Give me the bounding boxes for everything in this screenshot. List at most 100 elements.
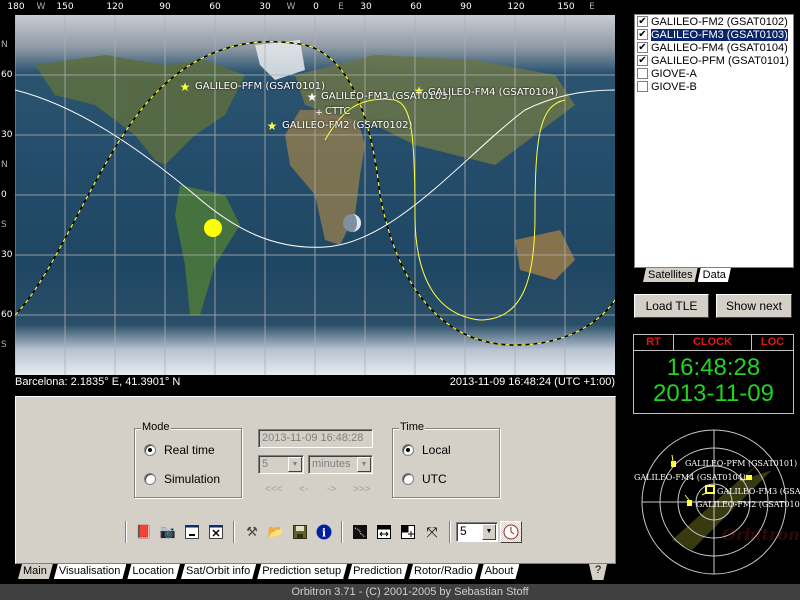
clock-icon[interactable]	[500, 521, 522, 543]
list-item[interactable]: ✔ GALILEO-FM4 (GSAT0104)	[635, 41, 793, 54]
tools-icon[interactable]: ⚒	[241, 521, 263, 543]
tab-visualisation[interactable]: Visualisation	[54, 564, 127, 579]
list-item[interactable]: ✔ GALILEO-PFM (GSAT0101)	[635, 54, 793, 67]
toolbar-separator	[449, 521, 451, 543]
load-tle-button[interactable]: Load TLE	[634, 294, 709, 318]
checkbox[interactable]: ✔	[637, 16, 648, 27]
ground-station-icon: +	[316, 107, 322, 119]
world-map[interactable]: ★ ★ ★ ★ + GALILEO-PFM (GSAT0101) GALILEO…	[15, 15, 615, 375]
lon-tick: 90	[159, 2, 171, 12]
minimize-icon[interactable]	[181, 521, 203, 543]
resize-icon[interactable]	[397, 521, 419, 543]
radar-satellite-label: GALILEO-FM2 (GSAT010	[696, 500, 800, 509]
toolbar-separator	[233, 521, 235, 543]
radio-indicator[interactable]	[402, 444, 414, 456]
rt-indicator[interactable]: RT	[634, 335, 674, 350]
fast-back-button[interactable]: <<<	[265, 484, 283, 495]
tab-main[interactable]: Main	[18, 564, 53, 579]
speed-select[interactable]: 5 ▼	[456, 522, 498, 542]
time-group: Time Local UTC	[392, 421, 500, 498]
close-window-icon[interactable]	[205, 521, 227, 543]
lat-tick: 60	[1, 310, 13, 320]
mode-group: Mode Real time Simulation	[134, 421, 242, 498]
list-item[interactable]: GIOVE-B	[635, 80, 793, 93]
fullscreen-icon[interactable]: ⤧	[421, 521, 443, 543]
tab-sat-orbit-info[interactable]: Sat/Orbit info	[181, 564, 256, 579]
checkbox[interactable]	[637, 81, 648, 92]
real-time-radio[interactable]: Real time	[144, 443, 215, 457]
satellite-label: GALILEO-FM4 (GSAT0104)	[428, 87, 559, 98]
simulation-radio[interactable]: Simulation	[144, 472, 220, 486]
satellite-marker-icon[interactable]: ★	[267, 119, 278, 133]
lon-tick: 150	[56, 2, 74, 12]
step-value-select[interactable]: 5 ▼	[258, 455, 304, 474]
satellite-label: GALILEO-FM2 (GSAT0102)	[282, 120, 413, 131]
checkbox[interactable]: ✔	[637, 29, 648, 40]
main-tabs: Main Visualisation Location Sat/Orbit in…	[18, 564, 520, 580]
radar-satellite-label: GALILEO-FM3 (GSA	[717, 487, 800, 496]
radio-indicator[interactable]	[402, 473, 414, 485]
tab-satellites[interactable]: Satellites	[643, 268, 698, 282]
sim-datetime-field[interactable]: 2013-11-09 16:48:28	[258, 429, 373, 448]
south-america	[175, 185, 240, 315]
open-folder-icon[interactable]: 📂	[265, 521, 287, 543]
orbitron-window: 180 W 150 120 90 60 30 W 0 E 30 60 90 12…	[0, 0, 800, 600]
longitude-axis: 180 W 150 120 90 60 30 W 0 E 30 60 90 12…	[0, 0, 630, 15]
clock-label[interactable]: CLOCK	[674, 335, 752, 350]
utc-radio[interactable]: UTC	[402, 472, 447, 486]
radar-satellite-label: GALILEO-PFM (GSAT0101)	[685, 459, 798, 468]
satellite-list[interactable]: ✔ GALILEO-FM2 (GSAT0102) ✔ GALILEO-FM3 (GS…	[634, 14, 794, 268]
satellite-label: GALILEO-PFM (GSAT0101)	[195, 81, 326, 92]
fast-forward-button[interactable]: >>>	[353, 484, 371, 495]
radio-indicator[interactable]	[144, 444, 156, 456]
tab-prediction[interactable]: Prediction	[348, 564, 408, 579]
book-icon[interactable]: 📕	[133, 521, 155, 543]
checkbox[interactable]	[637, 68, 648, 79]
datetime-readout: 2013-11-09 16:48:24 (UTC +1:00)	[449, 376, 615, 388]
tab-data[interactable]: Data	[698, 268, 731, 282]
fit-width-icon[interactable]	[373, 521, 395, 543]
satellite-marker-icon[interactable]: ★	[307, 90, 318, 104]
map-overlay: ★ ★ ★ ★ +	[15, 15, 615, 375]
satellite-marker-icon[interactable]: ★	[180, 80, 191, 94]
checkbox[interactable]: ✔	[637, 55, 648, 66]
list-item[interactable]: GIOVE-A	[635, 67, 793, 80]
show-next-button[interactable]: Show next	[716, 294, 792, 318]
chevron-down-icon[interactable]: ▼	[288, 457, 302, 472]
list-item[interactable]: ✔ GALILEO-FM2 (GSAT0102)	[635, 15, 793, 28]
toolbar-separator	[341, 521, 343, 543]
radio-label: Simulation	[164, 472, 221, 486]
loc-indicator[interactable]: LOC	[752, 335, 793, 350]
lon-tick: 60	[209, 2, 221, 12]
chevron-down-icon[interactable]: ▼	[357, 457, 371, 472]
local-radio[interactable]: Local	[402, 443, 451, 457]
camera-icon[interactable]: 📷	[157, 521, 179, 543]
lat-tick: N	[1, 160, 8, 170]
chevron-down-icon[interactable]: ▼	[482, 524, 496, 540]
svg-text:i: i	[322, 527, 326, 540]
track-icon[interactable]	[349, 521, 371, 543]
tab-prediction-setup[interactable]: Prediction setup	[257, 564, 347, 579]
save-icon[interactable]	[289, 521, 311, 543]
lat-tick: 60	[1, 70, 13, 80]
tab-about[interactable]: About	[480, 564, 520, 579]
help-tab[interactable]: ?	[589, 564, 607, 580]
radio-indicator[interactable]	[144, 473, 156, 485]
lat-tick: 30	[1, 250, 13, 260]
checkbox[interactable]: ✔	[637, 42, 648, 53]
step-back-button[interactable]: <-	[299, 484, 308, 495]
lon-tick: 90	[460, 2, 472, 12]
list-item[interactable]: ✔ GALILEO-FM3 (GSAT0103)	[635, 28, 793, 41]
radio-label: Real time	[164, 443, 215, 457]
tab-rotor-radio[interactable]: Rotor/Radio	[409, 564, 479, 579]
info-icon[interactable]: i	[313, 521, 335, 543]
lon-tick: W	[36, 2, 46, 12]
lat-tick: 30	[1, 130, 13, 140]
clock-panel: RT CLOCK LOC 16:48:28 2013-11-09	[633, 334, 794, 414]
step-forward-button[interactable]: ->	[327, 484, 336, 495]
tab-location[interactable]: Location	[127, 564, 180, 579]
lat-tick: N	[1, 40, 8, 50]
radar-view[interactable]: Orbitron GALILEO-PFM (GSAT0101) GALILEO-…	[632, 420, 800, 584]
side-tabs: Satellites Data	[643, 268, 731, 282]
step-unit-select[interactable]: minutes ▼	[308, 455, 373, 474]
